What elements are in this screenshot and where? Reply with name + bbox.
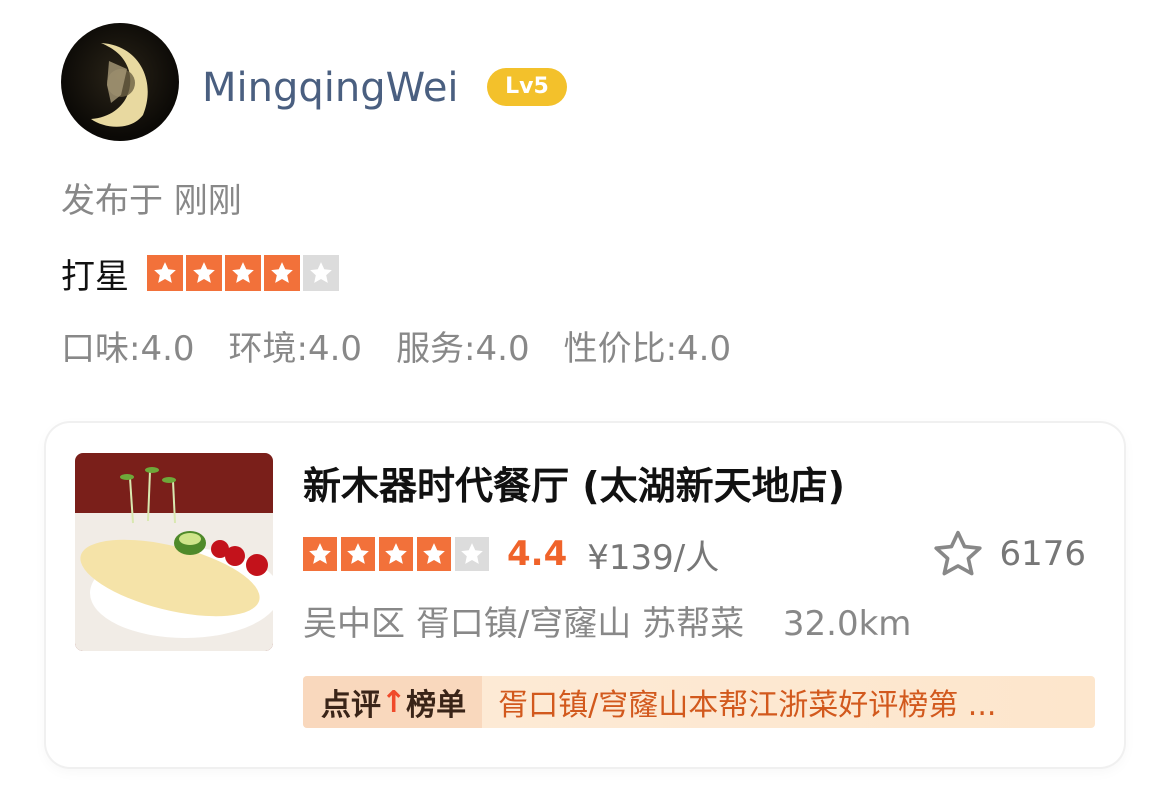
score-value: 性价比:4.0 (563, 329, 732, 369)
shop-thumbnail[interactable] (75, 453, 273, 651)
shop-price: ¥139/人 (587, 537, 720, 578)
star-empty-icon (455, 537, 489, 571)
rank-text: 胥口镇/穹窿山本帮江浙菜好评榜第 ... (498, 688, 997, 723)
rating-label: 打星 (61, 256, 129, 297)
shop-rating: 4.4 ¥139/人 (303, 531, 720, 578)
review-rating: 打星 (61, 250, 342, 297)
avatar-image (91, 43, 148, 127)
shop-area: 胥口镇/穹窿山 (415, 604, 632, 644)
score-environment: 环境:4.0 (228, 329, 363, 369)
shop-location: 吴中区 胥口镇/穹窿山 苏帮菜 32.0km (303, 601, 911, 647)
username[interactable]: MingqingWei (202, 62, 459, 114)
sub-scores: 口味:4.0 环境:4.0 服务:4.0 性价比:4.0 (61, 326, 765, 372)
posted-time: 发布于 刚刚 (61, 181, 242, 221)
corn-dish-image (75, 453, 273, 651)
star-icon (264, 255, 300, 291)
shop-name[interactable]: 新木器时代餐厅 (太湖新天地店) (303, 461, 845, 511)
star-icon (225, 255, 261, 291)
star-icon (186, 255, 222, 291)
star-icon (147, 255, 183, 291)
star-outline-icon (934, 530, 983, 576)
shop-distance: 32.0km (782, 604, 912, 644)
star-icon (341, 537, 375, 571)
rank-badge-prefix: 点评 (321, 688, 381, 723)
shop-score: 4.4 (507, 534, 568, 574)
rank-badge-suffix: 榜单 (406, 688, 467, 723)
score-service: 服务:4.0 (396, 329, 530, 369)
shop-cuisine: 苏帮菜 (642, 604, 745, 644)
favorite-count: 6176 (999, 534, 1086, 574)
shop-district: 吴中区 (303, 604, 405, 644)
avatar[interactable] (61, 23, 179, 141)
star-empty-icon (303, 255, 339, 291)
rank-banner[interactable]: 点评 ↑ 榜单 胥口镇/穹窿山本帮江浙菜好评榜第 ... (303, 676, 1095, 728)
star-icon (303, 537, 337, 571)
star-icon (379, 537, 413, 571)
shop-stars (303, 537, 493, 571)
level-badge: Lv5 (487, 68, 567, 106)
star-icon (417, 537, 451, 571)
rank-arrow-icon: ↑ (381, 684, 407, 720)
shop-card[interactable]: 新木器时代餐厅 (太湖新天地店) 4.4 ¥139/人 6176 吴中区 胥口镇… (46, 423, 1124, 767)
score-taste: 口味:4.0 (61, 329, 195, 369)
review-stars (147, 255, 342, 291)
rank-badge: 点评 ↑ 榜单 (303, 676, 483, 728)
favorite-button[interactable]: 6176 (929, 530, 1086, 577)
